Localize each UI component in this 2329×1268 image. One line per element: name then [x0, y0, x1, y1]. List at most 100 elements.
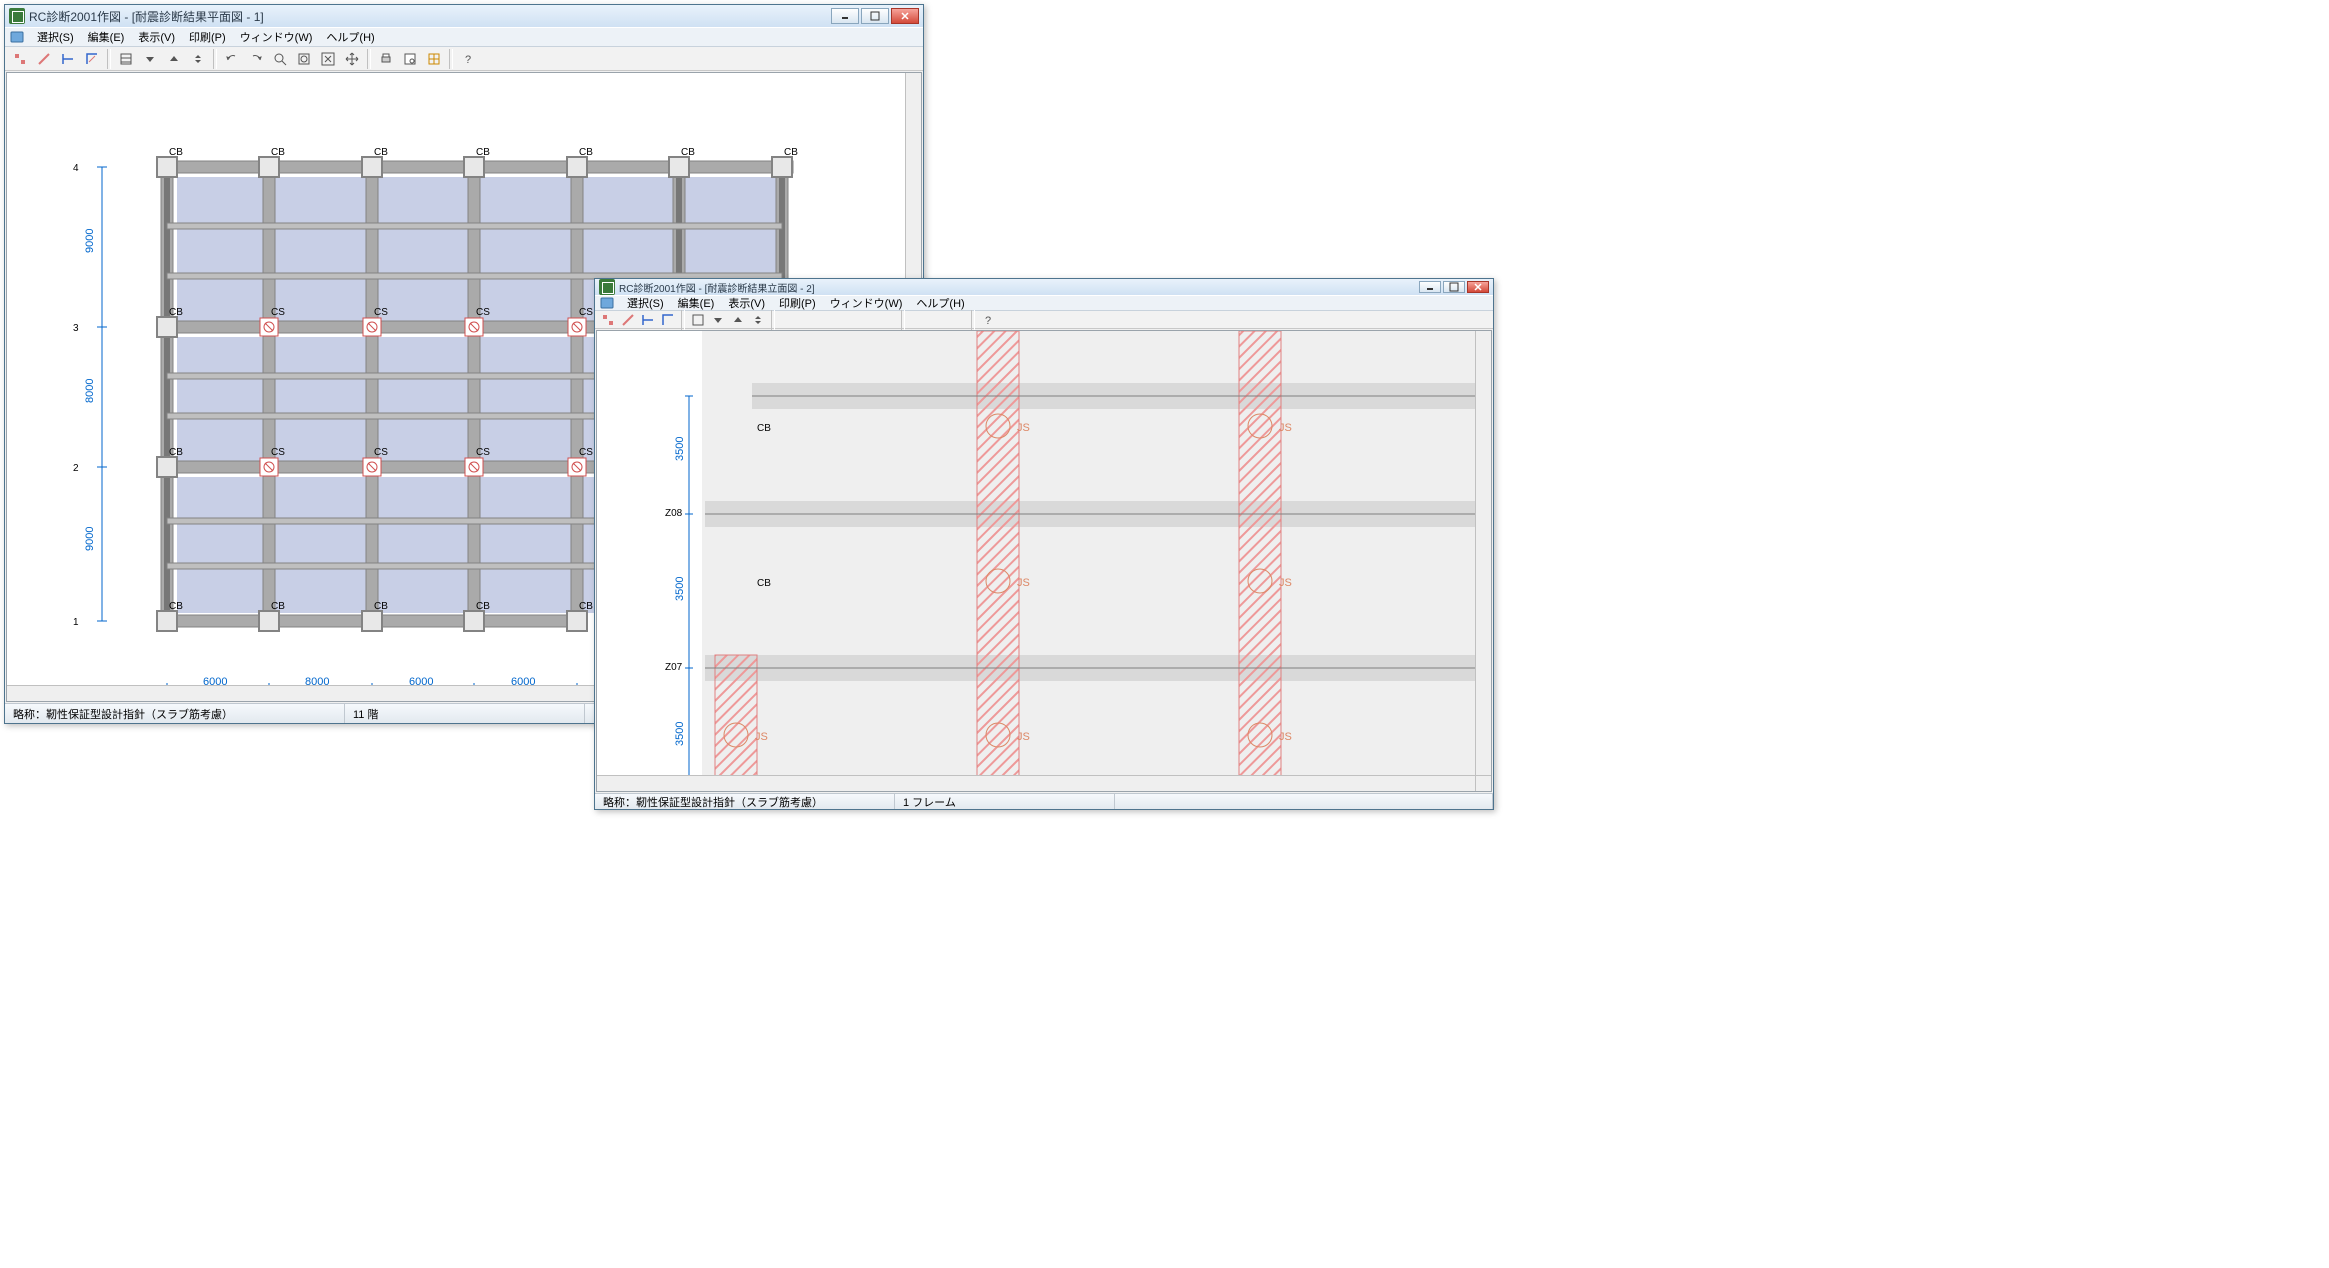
dim-y-span-3: 9000 [84, 229, 96, 253]
tool-updown-icon[interactable] [187, 49, 209, 69]
column-tag: CS [271, 447, 285, 458]
tool-up-icon[interactable] [729, 312, 747, 328]
column-tag: CB [374, 601, 388, 612]
floor-z08: Z08 [665, 508, 683, 519]
tool-preview-icon[interactable] [399, 49, 421, 69]
tool-fit-icon[interactable] [859, 312, 877, 328]
tool-down-icon[interactable] [709, 312, 727, 328]
menu-select[interactable]: 選択(S) [621, 293, 670, 313]
tool-undo-icon[interactable] [779, 312, 797, 328]
tool-1-icon[interactable] [599, 312, 617, 328]
scroll-corner [1475, 775, 1491, 791]
menu-window[interactable]: ウィンドウ(W) [824, 293, 909, 313]
window-elevation-view: RC診断2001作図 - [耐震診断結果立面図 - 2] 選択(S) 編集(E)… [594, 278, 1494, 810]
tool-fit-icon[interactable] [317, 49, 339, 69]
column-tag: CS [476, 447, 490, 458]
floor-z07: Z07 [665, 662, 683, 673]
column-tag: CB [579, 147, 593, 158]
tool-layers-icon[interactable] [689, 312, 707, 328]
tool-print-icon[interactable] [909, 312, 927, 328]
tool-2-icon[interactable] [619, 312, 637, 328]
story-dim-3: 3500 [674, 437, 686, 461]
svg-text:?: ? [465, 54, 471, 66]
titlebar[interactable]: RC診断2001作図 - [耐震診断結果平面図 - 1] [5, 5, 923, 27]
menu-window[interactable]: ウィンドウ(W) [234, 27, 319, 47]
statusbar: 略称：靭性保証型設計指針（スラブ筋考慮） 1 フレーム [595, 793, 1493, 809]
minimize-button[interactable] [1419, 281, 1441, 293]
dim-y-span-1: 9000 [84, 527, 96, 551]
column-tag: CB [681, 147, 695, 158]
mdi-icon [599, 295, 615, 311]
tool-undo-icon[interactable] [221, 49, 243, 69]
vertical-scrollbar[interactable] [1475, 331, 1491, 775]
column-tag: CB [784, 147, 798, 158]
tool-redo-icon[interactable] [245, 49, 267, 69]
story-dim-1: 3500 [674, 722, 686, 746]
tool-pan-icon[interactable] [341, 49, 363, 69]
menu-print[interactable]: 印刷(P) [183, 27, 232, 47]
column-tag: CS [476, 307, 490, 318]
tool-updown-icon[interactable] [749, 312, 767, 328]
menu-help[interactable]: ヘルプ(H) [910, 293, 970, 313]
tool-1-icon[interactable] [9, 49, 31, 69]
tool-zoom-icon[interactable] [269, 49, 291, 69]
col-tag: CB [757, 578, 771, 589]
tool-zoomwin-icon[interactable] [839, 312, 857, 328]
menu-edit[interactable]: 編集(E) [82, 27, 131, 47]
horizontal-scrollbar[interactable] [597, 775, 1475, 791]
status-mid: 1 フレーム [895, 794, 1115, 809]
tool-grid-icon[interactable] [949, 312, 967, 328]
col-tag: CB [757, 423, 771, 434]
y-grid-2: 2 [73, 463, 79, 474]
tool-up-icon[interactable] [163, 49, 185, 69]
menu-help[interactable]: ヘルプ(H) [320, 27, 380, 47]
tool-4-icon[interactable] [659, 312, 677, 328]
menu-edit[interactable]: 編集(E) [672, 293, 721, 313]
minimize-button[interactable] [831, 8, 859, 24]
tool-3-icon[interactable] [639, 312, 657, 328]
column-tag: CB [374, 147, 388, 158]
tool-help-icon[interactable]: ? [457, 49, 479, 69]
close-button[interactable] [1467, 281, 1489, 293]
tool-redo-icon[interactable] [799, 312, 817, 328]
tool-zoomwin-icon[interactable] [293, 49, 315, 69]
column-tag: CB [169, 447, 183, 458]
tool-print-icon[interactable] [375, 49, 397, 69]
joint-tag: JS [1279, 422, 1292, 434]
tool-layers-icon[interactable] [115, 49, 137, 69]
tool-zoom-icon[interactable] [819, 312, 837, 328]
tool-down-icon[interactable] [139, 49, 161, 69]
column-tag: CB [476, 601, 490, 612]
maximize-button[interactable] [1443, 281, 1465, 293]
column-tag: CS [271, 307, 285, 318]
app-icon [599, 279, 615, 295]
tool-2-icon[interactable] [33, 49, 55, 69]
tool-pan-icon[interactable] [879, 312, 897, 328]
status-mid: 11 階 [345, 704, 585, 723]
joint-tag: JS [1017, 577, 1030, 589]
tool-preview-icon[interactable] [929, 312, 947, 328]
tool-grid-icon[interactable] [423, 49, 445, 69]
tool-4-icon[interactable] [81, 49, 103, 69]
toolbar: ? [595, 311, 1493, 329]
menubar: 選択(S) 編集(E) 表示(V) 印刷(P) ウィンドウ(W) ヘルプ(H) [5, 27, 923, 47]
tool-help-icon[interactable]: ? [979, 312, 997, 328]
status-left: 略称：靭性保証型設計指針（スラブ筋考慮） [595, 794, 895, 809]
app-icon [9, 8, 25, 24]
column-tag: CB [579, 601, 593, 612]
toolbar: ? [5, 47, 923, 71]
menubar: 選択(S) 編集(E) 表示(V) 印刷(P) ウィンドウ(W) ヘルプ(H) [595, 295, 1493, 311]
drawing-area[interactable]: JS JS JS JS JS JS JS CB CB Z08 Z07 Z06 3… [596, 330, 1492, 792]
maximize-button[interactable] [861, 8, 889, 24]
menu-view[interactable]: 表示(V) [132, 27, 181, 47]
close-button[interactable] [891, 8, 919, 24]
svg-text:?: ? [985, 315, 991, 327]
menu-print[interactable]: 印刷(P) [773, 293, 822, 313]
window-title: RC診断2001作図 - [耐震診断結果平面図 - 1] [29, 8, 831, 25]
menu-select[interactable]: 選択(S) [31, 27, 80, 47]
tool-3-icon[interactable] [57, 49, 79, 69]
status-right [1115, 794, 1493, 809]
column-tag: CB [169, 147, 183, 158]
menu-view[interactable]: 表示(V) [722, 293, 771, 313]
column-tag: CB [271, 601, 285, 612]
